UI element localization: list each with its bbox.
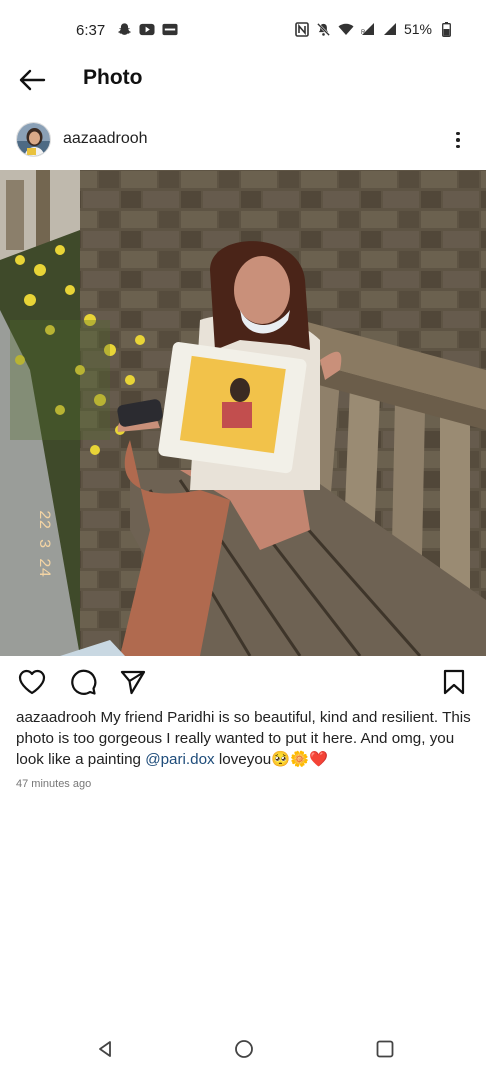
status-bar: 6:37 R 51% — [0, 0, 486, 62]
share-button[interactable] — [117, 666, 149, 698]
nav-back-button[interactable] — [90, 1034, 120, 1064]
send-icon — [120, 670, 146, 695]
more-dot — [456, 138, 460, 142]
photo-date-stamp: 22 3 24 — [35, 510, 53, 577]
status-system-icons: R 51% — [294, 21, 454, 37]
mute-icon — [316, 22, 332, 37]
youtube-icon — [139, 22, 155, 37]
post-actions — [0, 666, 486, 698]
back-button[interactable] — [16, 64, 48, 96]
heart-icon — [18, 669, 46, 695]
nav-recents-button[interactable] — [370, 1034, 400, 1064]
caption-mention-link[interactable]: @pari.dox — [145, 751, 214, 768]
signal-icon: R — [360, 22, 376, 37]
page-title: Photo — [83, 66, 143, 89]
post-username[interactable]: aazaadrooh — [63, 130, 148, 148]
paytm-icon — [162, 22, 178, 37]
wifi-icon — [338, 22, 354, 37]
save-button[interactable] — [438, 666, 470, 698]
signal-icon — [382, 22, 398, 37]
nfc-icon — [294, 21, 310, 37]
status-notification-icons — [116, 22, 178, 37]
more-dot — [456, 131, 460, 136]
post-timestamp: 47 minutes ago — [16, 778, 92, 790]
circle-home-icon — [235, 1040, 253, 1058]
bookmark-icon — [443, 669, 465, 695]
avatar[interactable] — [16, 122, 51, 157]
post-photo[interactable]: 22 3 24 — [0, 170, 486, 656]
square-recents-icon — [376, 1040, 394, 1058]
top-app-bar: Photo — [0, 56, 486, 104]
like-button[interactable] — [16, 666, 48, 698]
comment-button[interactable] — [67, 666, 99, 698]
triangle-back-icon — [99, 1041, 111, 1057]
caption-emojis: 🥺🌼❤️ — [271, 751, 328, 768]
nav-home-button[interactable] — [229, 1034, 259, 1064]
post-image: 22 3 24 — [0, 170, 486, 656]
comment-icon — [71, 669, 97, 695]
more-options-button[interactable] — [446, 126, 470, 154]
arrow-left-icon — [19, 69, 46, 91]
system-nav-bar — [0, 1020, 486, 1080]
post-header: aazaadrooh — [0, 118, 486, 162]
post-caption: aazaadrooh My friend Paridhi is so beaut… — [16, 707, 472, 770]
battery-percent: 51% — [403, 21, 432, 37]
svg-text:R: R — [361, 30, 366, 36]
caption-username[interactable]: aazaadrooh — [16, 709, 96, 726]
status-time: 6:37 — [76, 22, 106, 39]
more-dot — [456, 144, 460, 149]
caption-tail: loveyou — [214, 751, 272, 768]
battery-icon — [438, 21, 454, 37]
snapchat-icon — [116, 22, 132, 37]
